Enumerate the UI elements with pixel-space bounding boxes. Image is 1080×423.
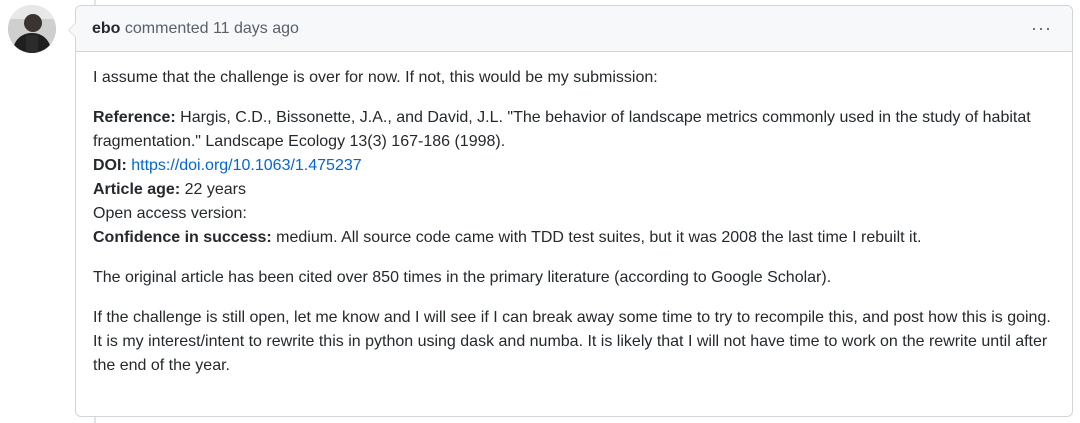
- comment-header: ebo commented 11 days ago ···: [76, 6, 1072, 52]
- age-label: Article age:: [93, 181, 181, 198]
- comment-box: ebo commented 11 days ago ··· I assume t…: [68, 5, 1073, 417]
- doi-label: DOI:: [93, 157, 127, 174]
- confidence-text: medium. All source code came with TDD te…: [271, 229, 922, 246]
- avatar[interactable]: [8, 5, 56, 53]
- reference-label: Reference:: [93, 109, 176, 126]
- more-options-icon[interactable]: ···: [1027, 18, 1056, 39]
- reference-text: Hargis, C.D., Bissonette, J.A., and Davi…: [93, 109, 1031, 150]
- details-paragraph: Reference: Hargis, C.D., Bissonette, J.A…: [93, 106, 1056, 250]
- comment-header-text: ebo commented 11 days ago: [92, 20, 1027, 38]
- confidence-label: Confidence in success:: [93, 229, 272, 246]
- age-text: 22 years: [180, 181, 246, 198]
- intro-paragraph: I assume that the challenge is over for …: [93, 69, 658, 86]
- open-access-text: Open access version:: [93, 205, 247, 222]
- doi-link[interactable]: https://doi.org/10.1063/1.475237: [131, 157, 361, 174]
- comment-meta[interactable]: commented 11 days ago: [125, 20, 299, 37]
- comment-body: I assume that the challenge is over for …: [76, 52, 1072, 378]
- comment-caret-fill: [69, 22, 77, 38]
- closing-paragraph: If the challenge is still open, let me k…: [93, 309, 1051, 374]
- citations-paragraph: The original article has been cited over…: [93, 269, 832, 286]
- comment-author[interactable]: ebo: [92, 20, 120, 37]
- avatar-image: [8, 5, 56, 53]
